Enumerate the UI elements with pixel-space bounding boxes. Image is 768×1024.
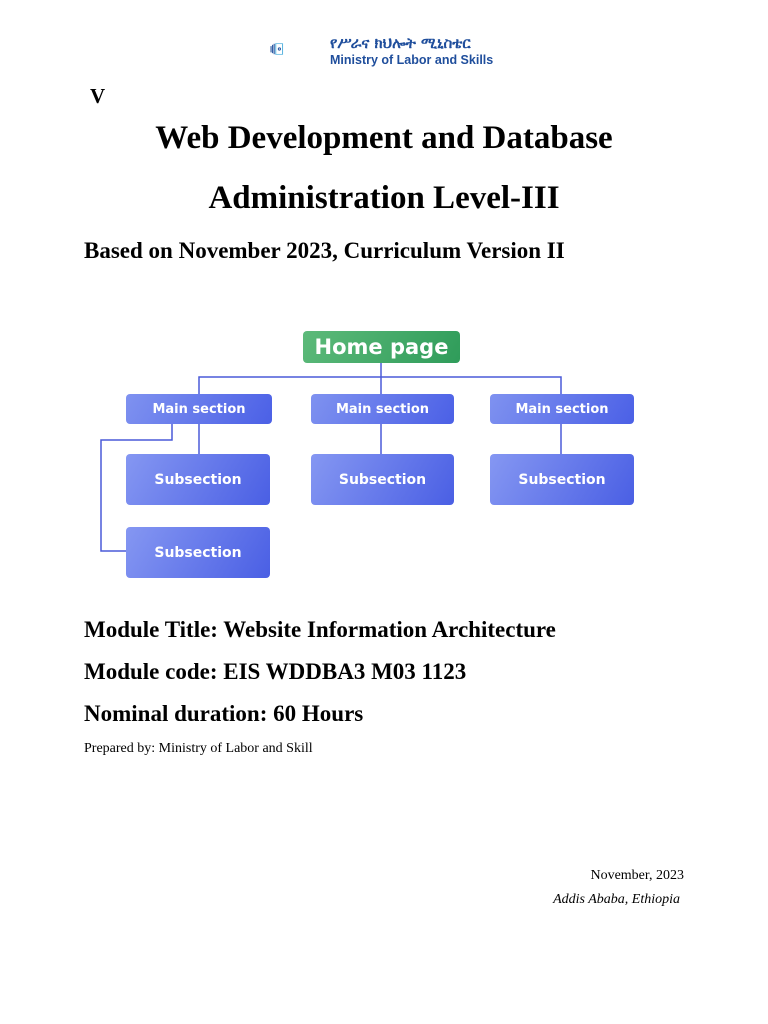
diagram-subsection: Subsection [311, 454, 454, 505]
diagram-main-section: Main section [490, 394, 634, 424]
diagram-subsection: Subsection [126, 527, 270, 578]
diagram-subsection: Subsection [126, 454, 270, 505]
publication-date: November, 2023 [590, 868, 684, 883]
diagram-main-section: Main section [126, 394, 272, 424]
diagram-home-page: Home page [303, 331, 460, 363]
diagram-main-section: Main section [311, 394, 454, 424]
diagram-subsection: Subsection [490, 454, 634, 505]
module-title: Module Title: Website Information Archit… [84, 617, 556, 642]
connector [198, 376, 562, 394]
publication-place: Addis Ababa, Ethiopia [553, 892, 680, 907]
module-code: Module code: EIS WDDBA3 M03 1123 [84, 659, 467, 684]
prepared-by: Prepared by: Ministry of Labor and Skill [84, 741, 313, 756]
nominal-duration: Nominal duration: 60 Hours [84, 701, 364, 726]
